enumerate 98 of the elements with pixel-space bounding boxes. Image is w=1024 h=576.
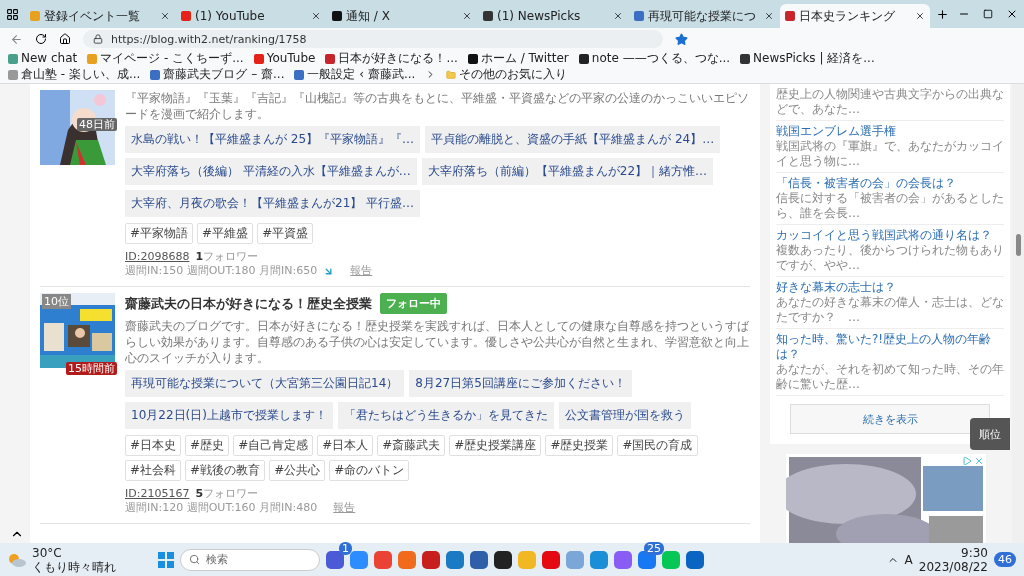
tag[interactable]: #斎藤武夫 (377, 435, 446, 456)
tag[interactable]: #命のバトン (329, 460, 410, 481)
rank-label: 10位 (42, 294, 71, 309)
tag[interactable]: #国民の育成 (617, 435, 698, 456)
tag[interactable]: #平資盛 (257, 223, 314, 244)
tag[interactable]: #歴史授業 (545, 435, 614, 456)
clock-date: 2023/08/22 (918, 559, 988, 574)
search-icon (189, 554, 200, 565)
poll-title: 戦国エンブレム選手権 (776, 124, 897, 139)
close-icon[interactable] (160, 11, 170, 21)
tag[interactable]: #戦後の教育 (185, 460, 266, 481)
start-icon[interactable] (158, 551, 174, 568)
time-badge: 48日前 (77, 118, 117, 131)
browser-tab[interactable]: (1) YouTube (176, 4, 326, 28)
post-link[interactable]: 大宰府落ち（前編）【平維盛まんが22】｜緒方惟… (421, 158, 714, 185)
browser-tab[interactable]: (1) NewsPicks (478, 4, 628, 28)
bookmark[interactable]: New chat (8, 51, 78, 66)
stats-text: 週間IN:120 週間OUT:160 月間IN:480 (125, 501, 318, 515)
favorite-star-icon[interactable] (675, 32, 688, 46)
poll-title: カッコイイと思う戦国武将の通り名は？ (776, 228, 993, 243)
clock-time: 9:30 (961, 545, 988, 560)
post-link[interactable]: 大宰府、月夜の歌会！【平維盛まんが21】 平行盛… (125, 190, 421, 217)
blog-description: 齋藤武夫のブログです。日本が好きになる！歴史授業を実践すれば、日本人としての健康な自尊感を持つというすばらしい効果があります。自尊感のある子供の心は安定しています。優しさや公共心が自然と生まれ、学習意欲と向上心のスイッチが入ります。 (125, 318, 750, 366)
tag[interactable]: #社会科 (125, 460, 182, 481)
poll-description: 戦国武将の『軍旗』で、あなたがカッコイイと思う物に… (776, 139, 1004, 169)
browser-tab[interactable]: 再現可能な授業につ (629, 4, 779, 28)
weather-text: くもり時々晴れ (32, 559, 116, 574)
address-field[interactable]: https://blog.with2.net/ranking/1758 (83, 30, 663, 48)
tag[interactable]: #平家物語 (125, 223, 194, 244)
stats-text: 週間IN:150 週間OUT:180 月間IN:650 (125, 264, 318, 278)
poll-item[interactable]: 知った時、驚いた?!歴史上の人物の年齢は？ あなたが、それを初めて知った時、その年齢に驚いた歴… (776, 329, 1004, 396)
bookmark[interactable]: 日本が好きになる！... (325, 51, 458, 66)
tag[interactable]: #歴史 (185, 435, 230, 456)
maximize-icon[interactable] (983, 9, 993, 19)
post-link[interactable]: 「君たちはどう生きるか」を見てきた (337, 402, 554, 429)
notification-badge[interactable]: 46 (994, 552, 1016, 567)
bookmark[interactable]: 倉山塾 - 楽しい、成... (8, 67, 141, 82)
tag[interactable]: #公共心 (269, 460, 326, 481)
temperature-text: 30°C (32, 545, 62, 560)
folder-icon (446, 69, 457, 80)
tag[interactable]: #平維盛 (197, 223, 254, 244)
ime-indicator[interactable]: A (904, 552, 913, 567)
bookmark[interactable]: YouTube (253, 51, 316, 66)
bookmark[interactable]: 齋藤武夫ブログ – 齋... (150, 67, 285, 82)
close-icon[interactable] (1006, 8, 1018, 20)
post-link[interactable]: 8月27日第5回講座にご参加ください！ (409, 370, 632, 397)
app-icon[interactable] (494, 550, 512, 569)
browser-tab[interactable]: 通知 / X (327, 4, 477, 28)
poll-item[interactable]: 「信長・被害者の会」の会長は？ 信長に対する「被害者の会」があるとしたら、誰を会長… (776, 173, 1004, 225)
new-tab-icon[interactable] (936, 7, 949, 21)
close-icon[interactable] (915, 11, 925, 21)
poll-item[interactable]: 戦国エンブレム選手権 戦国武将の『軍旗』で、あなたがカッコイイと思う物に… (776, 121, 1004, 173)
poll-title: 知った時、驚いた?!歴史上の人物の年齢は？ (776, 332, 993, 362)
blog-title[interactable]: 齋藤武夫の日本が好きになる！歴史全授業 (125, 294, 372, 313)
poll-title: 「信長・被害者の会」の会長は？ (776, 176, 957, 191)
weather-icon (8, 552, 26, 567)
poll-item[interactable]: 好きな幕末の志士は？ あなたの好きな幕末の偉人・志士は、どなたですか？ … (776, 277, 1004, 329)
poll-description: 複数あったり、後からつけられた物もありですが、やや… (776, 243, 1004, 273)
follower-count: 5フォロワー (195, 487, 259, 501)
post-link[interactable]: 水島の戦い！【平維盛まんが 25】『平家物語』『… (125, 126, 421, 153)
home-icon[interactable] (59, 33, 71, 45)
follower-count: 1フォロワー (195, 250, 259, 264)
browser-tab[interactable]: 登録イベント一覧 (25, 4, 175, 28)
poll-title: 好きな幕末の志士は？ (776, 280, 897, 295)
close-icon[interactable] (462, 11, 472, 21)
close-icon[interactable] (613, 11, 623, 21)
bookmark[interactable]: 一般設定 ‹ 齋藤武... (294, 67, 416, 82)
poll-description: 信長に対する「被害者の会」があるとしたら、誰を会長… (776, 191, 1004, 221)
browser-tab[interactable]: 日本史ランキング (780, 4, 930, 28)
bookmark[interactable]: ホーム / Twitter (467, 51, 569, 66)
post-link[interactable]: 公文書管理が国を救う (558, 402, 691, 429)
bookmark[interactable]: NewsPicks | 経済を... (740, 51, 875, 66)
post-link[interactable]: 平貞能の離脱と、資盛の手紙【平維盛まんが 24】… (425, 126, 721, 153)
tag[interactable]: #日本人 (317, 435, 374, 456)
poll-item[interactable]: カッコイイと思う戦国武将の通り名は？ 複数あったり、後からつけられた物もありですが、やや… (776, 225, 1004, 277)
time-badge: 15時間前 (66, 362, 117, 375)
post-link[interactable]: 10月22日(日)上越市で授業します！ (125, 402, 333, 429)
bookmark-folder[interactable]: その他のお気に入り (446, 67, 568, 82)
blog-id-link[interactable]: ID:2098688 (125, 250, 190, 264)
search-field[interactable]: 検索 (180, 548, 320, 571)
reload-icon[interactable] (35, 33, 47, 45)
lock-icon (93, 34, 103, 44)
close-icon[interactable] (311, 11, 321, 21)
post-link[interactable]: 再現可能な授業について（大宮第三公園日記14） (125, 370, 405, 397)
blog-description: 『平家物語』『玉葉』『吉記』『山槐記』等の古典をもとに、平維盛・平資盛などの平家の公達のかっこいいエピソードを漫画で紹介します。 (125, 90, 750, 122)
tag[interactable]: #日本史 (125, 435, 182, 456)
tag[interactable]: #自己肯定感 (233, 435, 314, 456)
close-icon[interactable] (764, 11, 774, 21)
blog-id-link[interactable]: ID:2105167 (125, 487, 190, 501)
poll-description: あなたの好きな幕末の偉人・志士は、どなたですか？ … (776, 295, 1004, 325)
bookmark[interactable]: マイページ - こくちーず... (87, 51, 244, 66)
poll-description: あなたが、それを初めて知った時、その年齢に驚いた歴… (776, 362, 1004, 392)
bookmark[interactable]: note ——つくる、つな... (578, 51, 731, 66)
rank-button[interactable]: 順位 (970, 418, 1010, 450)
tab-actions-icon[interactable] (6, 7, 19, 21)
back-icon[interactable] (10, 32, 23, 46)
tag[interactable]: #歴史授業講座 (449, 435, 542, 456)
post-link[interactable]: 大宰府落ち（後編） 平清経の入水【平維盛まんが… (125, 158, 417, 185)
